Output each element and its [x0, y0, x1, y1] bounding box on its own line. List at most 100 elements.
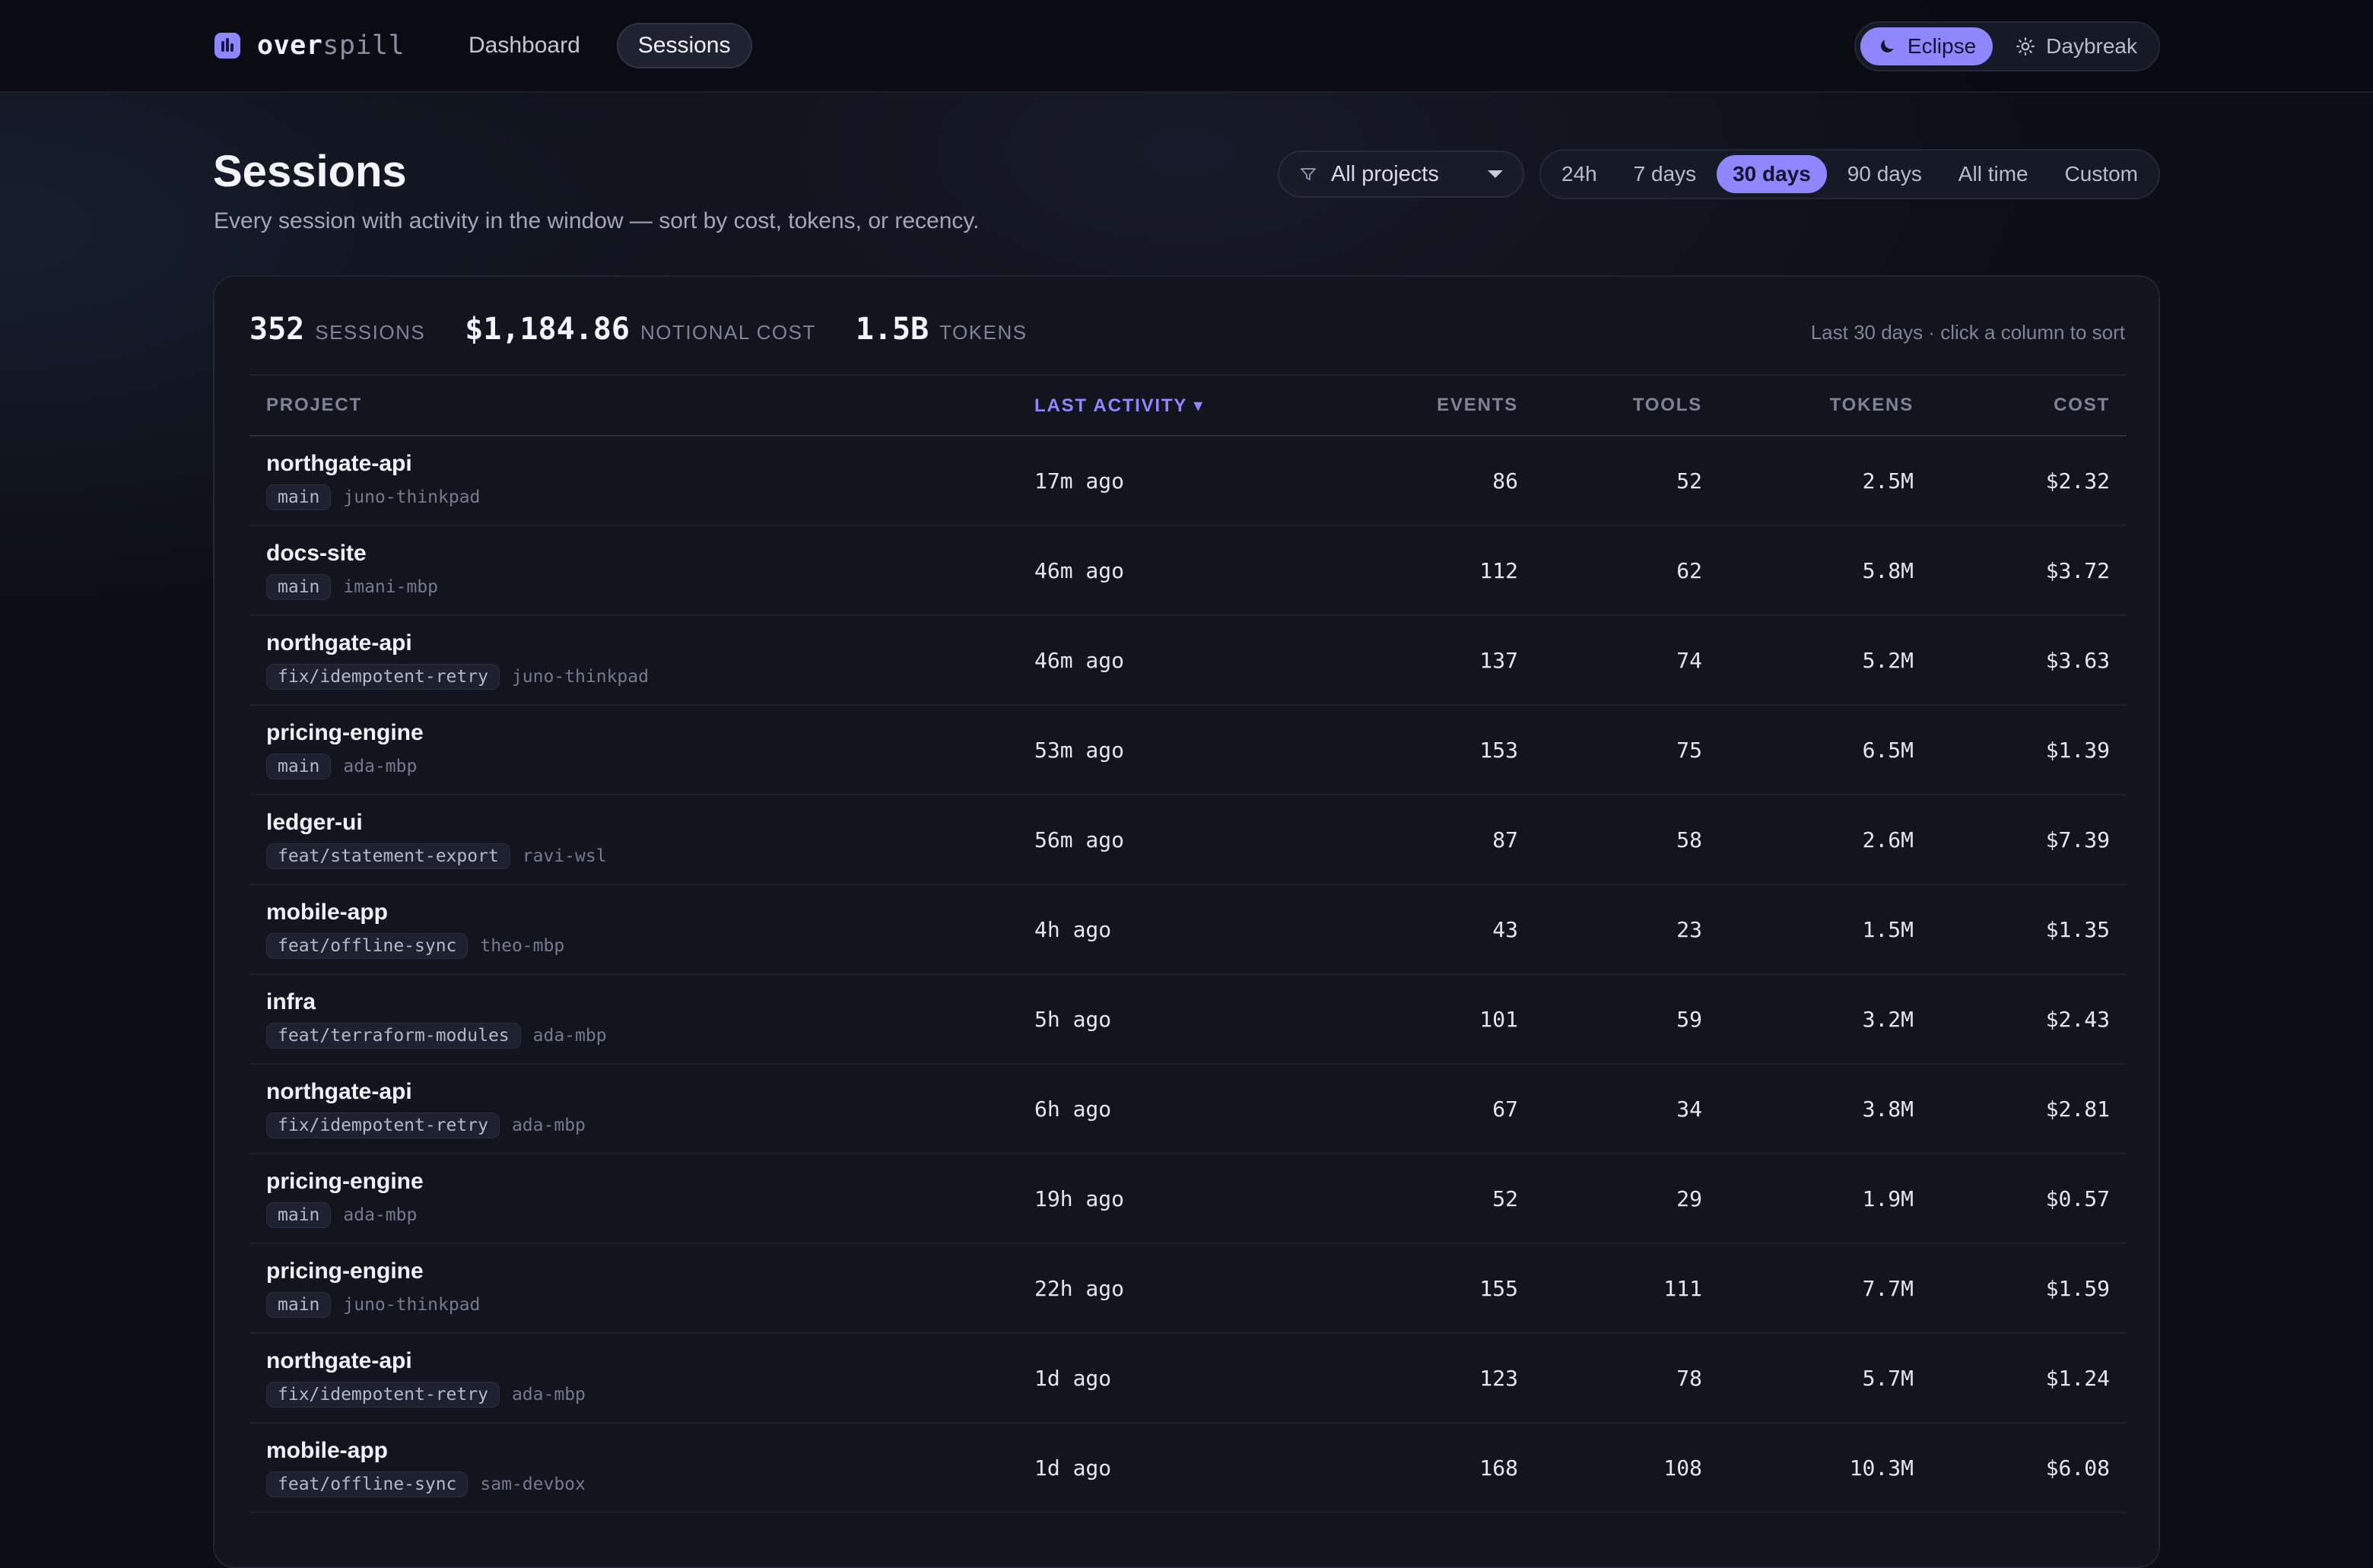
- table-row[interactable]: northgate-api fix/idempotent-retry ada-mbp…: [249, 1064, 2127, 1154]
- project-name: infra: [266, 989, 316, 1014]
- table-row[interactable]: infra feat/terraform-modules ada-mbp 5h ago…: [249, 974, 2127, 1064]
- cell-tools: 78: [1676, 1365, 1702, 1391]
- session-meta: feat/terraform-modules ada-mbp: [266, 1023, 1001, 1049]
- branch-badge: fix/idempotent-retry: [266, 664, 500, 690]
- table-row[interactable]: ledger-ui feat/statement-export ravi-wsl 56…: [249, 795, 2127, 884]
- stat-sessions-label: SESSIONS: [315, 321, 426, 344]
- branch-badge: main: [266, 1202, 332, 1228]
- range-90-days-button[interactable]: 90 days: [1831, 155, 1938, 193]
- cell-project: docs-site main imani-mbp: [249, 525, 1018, 615]
- app-logo[interactable]: overspill: [214, 30, 405, 61]
- host-name: theo-mbp: [480, 936, 565, 956]
- cell-project: northgate-api fix/idempotent-retry ada-mbp: [249, 1333, 1018, 1423]
- cell-last-activity: 1d ago: [1034, 1365, 1112, 1391]
- cell-last-activity: 46m ago: [1034, 647, 1125, 673]
- cell-tokens: 3.2M: [1862, 1006, 1914, 1032]
- table-row[interactable]: pricing-engine main ada-mbp 53m ago 153 75 6.5…: [249, 705, 2127, 795]
- range-24h-button[interactable]: 24h: [1545, 155, 1613, 193]
- cell-project: ledger-ui feat/statement-export ravi-wsl: [249, 795, 1018, 884]
- cell-tools: 75: [1676, 737, 1702, 763]
- column-header-cost[interactable]: COST: [1930, 375, 2127, 436]
- session-meta: feat/offline-sync sam-devbox: [266, 1471, 1001, 1497]
- project-name: mobile-app: [266, 900, 389, 925]
- branch-badge: fix/idempotent-retry: [266, 1382, 500, 1408]
- column-header-project[interactable]: PROJECT: [249, 375, 1018, 436]
- session-meta: fix/idempotent-retry juno-thinkpad: [266, 664, 1001, 690]
- stat-sessions-value: 352: [249, 312, 305, 347]
- cell-tokens: 10.3M: [1849, 1455, 1914, 1481]
- session-meta: feat/statement-export ravi-wsl: [266, 843, 1001, 869]
- cell-cost: $1.35: [2045, 916, 2110, 942]
- cell-project: mobile-app feat/offline-sync sam-devbox: [249, 1423, 1018, 1512]
- range-all-time-button[interactable]: All time: [1943, 155, 2044, 193]
- cell-project: northgate-api fix/idempotent-retry juno-th…: [249, 615, 1018, 705]
- cell-events: 168: [1479, 1455, 1518, 1481]
- table-header-row: PROJECT LAST ACTIVITY ▾ EVENTS TOOLS TOK…: [249, 375, 2127, 436]
- host-name: ada-mbp: [511, 1385, 586, 1405]
- table-row[interactable]: northgate-api fix/idempotent-retry juno-th…: [249, 615, 2127, 705]
- cell-tokens: 1.9M: [1862, 1186, 1914, 1211]
- column-header-tools[interactable]: TOOLS: [1535, 375, 1719, 436]
- stat-cost-value: $1,184.86: [465, 312, 630, 347]
- branch-badge: feat/offline-sync: [266, 933, 469, 959]
- cell-last-activity: 46m ago: [1034, 557, 1125, 583]
- session-meta: main imani-mbp: [266, 574, 1001, 600]
- sun-icon: [2016, 37, 2035, 56]
- cell-cost: $0.57: [2045, 1186, 2110, 1211]
- table-row[interactable]: docs-site main imani-mbp 46m ago 112 62 5.8M $3…: [249, 525, 2127, 615]
- project-name: pricing-engine: [266, 1259, 424, 1284]
- host-name: ada-mbp: [343, 757, 418, 776]
- cell-tools: 52: [1676, 468, 1702, 494]
- table-row[interactable]: mobile-app feat/offline-sync sam-devbox 1d …: [249, 1423, 2127, 1512]
- host-name: ada-mbp: [511, 1116, 586, 1135]
- cell-project: pricing-engine main juno-thinkpad: [249, 1243, 1018, 1333]
- cell-tokens: 3.8M: [1862, 1096, 1914, 1122]
- project-filter-select[interactable]: All projects: [1278, 151, 1524, 198]
- cell-tools: 62: [1676, 557, 1702, 583]
- logo-icon: [214, 33, 240, 59]
- table-row[interactable]: northgate-api fix/idempotent-retry ada-mbp…: [249, 1333, 2127, 1423]
- table-row[interactable]: pricing-engine main ada-mbp 19h ago 52 29 1.9M…: [249, 1154, 2127, 1243]
- cell-tokens: 2.6M: [1862, 827, 1914, 852]
- cell-events: 101: [1479, 1006, 1518, 1032]
- cell-tools: 108: [1663, 1455, 1702, 1481]
- column-header-events[interactable]: EVENTS: [1337, 375, 1535, 436]
- range-30-days-button[interactable]: 30 days: [1717, 155, 1827, 193]
- cell-tools: 29: [1676, 1186, 1702, 1211]
- host-name: ada-mbp: [343, 1205, 418, 1225]
- host-name: sam-devbox: [480, 1474, 586, 1494]
- cell-tools: 74: [1676, 647, 1702, 673]
- table-row[interactable]: mobile-app feat/offline-sync theo-mbp 4h ag…: [249, 884, 2127, 974]
- cell-project: northgate-api fix/idempotent-retry ada-mbp: [249, 1064, 1018, 1154]
- cell-last-activity: 6h ago: [1034, 1096, 1112, 1122]
- nav-link-dashboard[interactable]: Dashboard: [447, 23, 602, 68]
- host-name: imani-mbp: [343, 577, 439, 597]
- theme-toggle: Eclipse Daybreak: [1854, 21, 2160, 71]
- stat-tokens-label: TOKENS: [939, 321, 1028, 344]
- cell-cost: $1.59: [2045, 1275, 2110, 1301]
- cell-last-activity: 17m ago: [1034, 468, 1125, 494]
- project-name: mobile-app: [266, 1438, 389, 1463]
- table-row[interactable]: northgate-api main juno-thinkpad 17m ago 86 5…: [249, 436, 2127, 525]
- column-header-last-activity[interactable]: LAST ACTIVITY ▾: [1018, 375, 1337, 436]
- session-meta: feat/offline-sync theo-mbp: [266, 933, 1001, 959]
- cell-cost: $2.43: [2045, 1006, 2110, 1032]
- theme-eclipse-button[interactable]: Eclipse: [1860, 27, 1993, 65]
- range-custom-button[interactable]: Custom: [2049, 155, 2154, 193]
- table-row[interactable]: pricing-engine main juno-thinkpad 22h ago 15…: [249, 1243, 2127, 1333]
- project-name: northgate-api: [266, 1079, 412, 1104]
- summary-stats: 352 SESSIONS $1,184.86 NOTIONAL COST 1.5…: [249, 312, 1067, 347]
- range-7-days-button[interactable]: 7 days: [1618, 155, 1713, 193]
- cell-tokens: 5.2M: [1862, 647, 1914, 673]
- filter-icon: [1301, 168, 1316, 180]
- cell-project: northgate-api main juno-thinkpad: [249, 436, 1018, 525]
- nav-link-sessions[interactable]: Sessions: [616, 23, 752, 68]
- host-name: ravi-wsl: [522, 846, 607, 866]
- cell-cost: $2.32: [2045, 468, 2110, 494]
- project-name: docs-site: [266, 541, 367, 566]
- cell-events: 112: [1479, 557, 1518, 583]
- theme-daybreak-button[interactable]: Daybreak: [1999, 27, 2154, 65]
- cell-cost: $3.63: [2045, 647, 2110, 673]
- column-header-tokens[interactable]: TOKENS: [1719, 375, 1930, 436]
- sessions-card: 352 SESSIONS $1,184.86 NOTIONAL COST 1.5…: [213, 275, 2160, 1568]
